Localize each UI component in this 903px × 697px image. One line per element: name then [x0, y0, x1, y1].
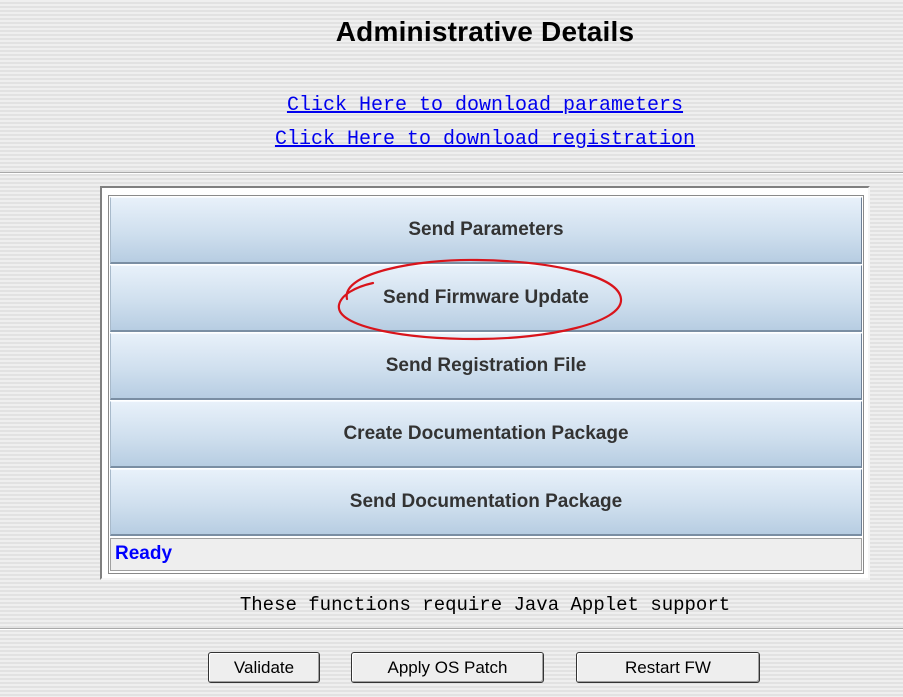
apply-os-patch-button[interactable]: Apply OS Patch [351, 652, 544, 683]
send-documentation-package-button[interactable]: Send Documentation Package [110, 469, 862, 536]
java-applet-panel: Send Parameters Send Firmware Update Sen… [100, 186, 870, 580]
java-support-note: These functions require Java Applet supp… [239, 594, 731, 616]
download-parameters-link[interactable]: Click Here to download parameters [0, 94, 903, 117]
status-bar: Ready [110, 538, 862, 571]
applet-button-list: Send Parameters Send Firmware Update Sen… [108, 195, 864, 574]
send-parameters-button[interactable]: Send Parameters [110, 197, 862, 264]
create-documentation-package-button[interactable]: Create Documentation Package [110, 401, 862, 468]
send-firmware-update-button[interactable]: Send Firmware Update [110, 265, 862, 332]
validate-button[interactable]: Validate [208, 652, 320, 683]
top-divider [0, 172, 903, 174]
download-registration-link[interactable]: Click Here to download registration [0, 128, 903, 151]
restart-fw-button[interactable]: Restart FW [576, 652, 760, 683]
page-title: Administrative Details [335, 16, 635, 47]
bottom-divider [0, 628, 903, 630]
send-registration-file-button[interactable]: Send Registration File [110, 333, 862, 400]
